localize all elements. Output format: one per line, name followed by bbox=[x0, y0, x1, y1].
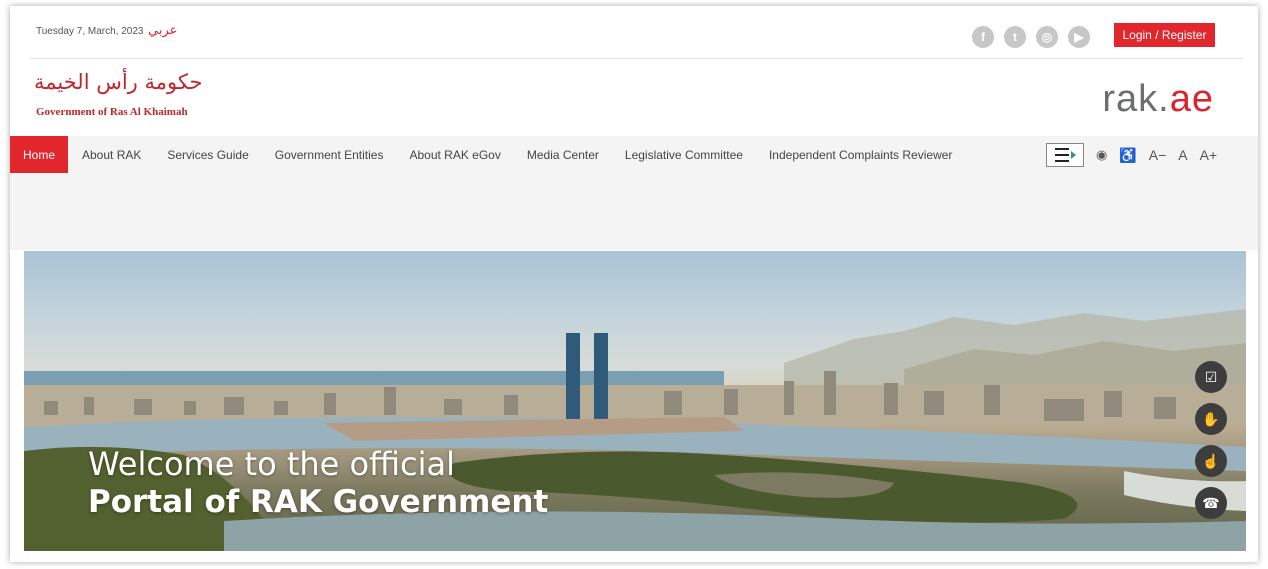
nav-item-complaints-reviewer[interactable]: Independent Complaints Reviewer bbox=[769, 148, 952, 162]
hero-heading: Welcome to the official Portal of RAK Go… bbox=[88, 445, 548, 522]
nav-item-home[interactable]: Home bbox=[10, 136, 68, 173]
facebook-icon[interactable]: f bbox=[972, 26, 994, 48]
youtube-icon[interactable]: ▶ bbox=[1068, 26, 1090, 48]
hand-icon[interactable]: ✋ bbox=[1195, 403, 1227, 435]
current-date: Tuesday 7, March, 2023 bbox=[36, 26, 144, 37]
floating-actions: ☑ ✋ ☝ ☎ bbox=[1195, 361, 1227, 519]
nav-item-government-entities[interactable]: Government Entities bbox=[275, 148, 384, 162]
font-decrease-button[interactable]: A− bbox=[1149, 147, 1167, 163]
nav-item-about-rak-egov[interactable]: About RAK eGov bbox=[409, 148, 500, 162]
font-increase-button[interactable]: A+ bbox=[1200, 147, 1218, 163]
logo-english-text: Government of Ras Al Khaimah bbox=[36, 106, 188, 118]
arrow-right-icon bbox=[1070, 151, 1076, 159]
rak-ae-logo-main: rak. bbox=[1102, 78, 1170, 120]
rak-ae-logo[interactable]: rak.ae bbox=[1102, 80, 1214, 118]
social-links: f t ◎ ▶ bbox=[972, 26, 1090, 48]
feedback-icon[interactable]: ☝ bbox=[1195, 445, 1227, 477]
hamburger-icon bbox=[1054, 148, 1069, 162]
browser-page: Tuesday 7, March, 2023 عربي f t ◎ ▶ Logi… bbox=[10, 6, 1258, 562]
nav-item-media-center[interactable]: Media Center bbox=[527, 148, 599, 162]
top-bar: Tuesday 7, March, 2023 عربي f t ◎ ▶ Logi… bbox=[10, 6, 1258, 58]
arabic-language-link[interactable]: عربي bbox=[148, 23, 177, 38]
nav-item-services-guide[interactable]: Services Guide bbox=[167, 148, 248, 162]
hero-heading-line-2: Portal of RAK Government bbox=[88, 484, 549, 521]
logo-arabic-text: حكومة رأس الخيمة bbox=[34, 70, 203, 94]
accessibility-toolbar: ◉ ♿ A− A A+ bbox=[1046, 143, 1217, 167]
nav-item-about-rak[interactable]: About RAK bbox=[82, 148, 141, 162]
hero-heading-line-1: Welcome to the official bbox=[88, 445, 456, 483]
instagram-icon[interactable]: ◎ bbox=[1036, 26, 1058, 48]
menu-toggle-icon[interactable] bbox=[1046, 143, 1084, 167]
login-register-button[interactable]: Login / Register bbox=[1114, 23, 1215, 47]
eye-icon[interactable]: ◉ bbox=[1096, 147, 1107, 163]
phone-icon[interactable]: ☎ bbox=[1195, 487, 1227, 519]
checklist-icon[interactable]: ☑ bbox=[1195, 361, 1227, 393]
hero-banner: Welcome to the official Portal of RAK Go… bbox=[24, 251, 1246, 551]
rak-ae-logo-accent: ae bbox=[1169, 78, 1214, 120]
font-reset-button[interactable]: A bbox=[1178, 147, 1187, 163]
nav-item-legislative-committee[interactable]: Legislative Committee bbox=[625, 148, 743, 162]
accessibility-icon[interactable]: ♿ bbox=[1119, 147, 1136, 164]
divider bbox=[30, 58, 1244, 59]
twitter-icon[interactable]: t bbox=[1004, 26, 1026, 48]
main-navigation: Home About RAK Services Guide Government… bbox=[10, 136, 1258, 250]
nav-menu: Home About RAK Services Guide Government… bbox=[10, 136, 978, 173]
